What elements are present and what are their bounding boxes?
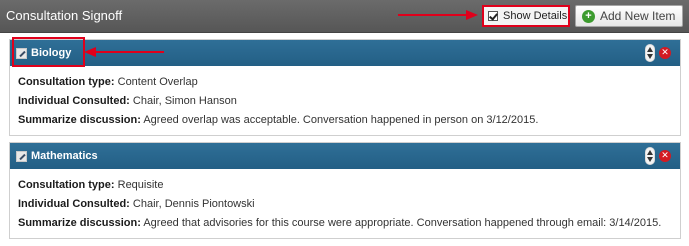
- checkbox-checked-icon[interactable]: [488, 11, 498, 21]
- field-label: Summarize discussion:: [18, 217, 141, 229]
- field-value: Agreed overlap was acceptable. Conversat…: [143, 114, 539, 126]
- consultation-item: Biology ✕ Consultation type: Content Ove…: [9, 37, 681, 136]
- add-new-item-label: Add New Item: [600, 9, 676, 23]
- item-title[interactable]: Mathematics: [16, 147, 98, 165]
- item-details: Consultation type: Content Overlap Indiv…: [10, 66, 680, 135]
- field-value: Chair, Simon Hanson: [132, 95, 237, 107]
- field-value: Requisite: [117, 179, 164, 191]
- consultation-type-field: Consultation type: Requisite: [18, 176, 672, 195]
- panel-title: Consultation Signoff: [6, 8, 123, 23]
- delete-circle-icon[interactable]: ✕: [659, 47, 671, 59]
- delete-circle-icon[interactable]: ✕: [659, 150, 671, 162]
- field-value: Chair, Dennis Piontowski: [132, 198, 255, 210]
- edit-note-icon[interactable]: [16, 150, 27, 162]
- summarize-discussion-field: Summarize discussion: Agreed that adviso…: [18, 214, 672, 233]
- add-new-item-button[interactable]: + Add New Item: [575, 5, 683, 27]
- show-details-toggle[interactable]: Show Details: [482, 5, 570, 27]
- item-title-label: Mathematics: [31, 150, 98, 162]
- show-details-label: Show Details: [503, 10, 568, 22]
- item-header[interactable]: Biology ✕: [10, 37, 680, 67]
- field-label: Individual Consulted:: [18, 198, 130, 210]
- item-details: Consultation type: Requisite Individual …: [10, 169, 680, 238]
- field-label: Individual Consulted:: [18, 95, 130, 107]
- individual-consulted-field: Individual Consulted: Chair, Simon Hanso…: [18, 92, 672, 111]
- field-label: Consultation type:: [18, 76, 115, 88]
- individual-consulted-field: Individual Consulted: Chair, Dennis Pion…: [18, 195, 672, 214]
- field-label: Consultation type:: [18, 179, 115, 191]
- item-header[interactable]: Mathematics ✕: [10, 143, 680, 169]
- annotation-highlight-box: [12, 37, 85, 67]
- sort-handle-icon[interactable]: [645, 44, 655, 62]
- summarize-discussion-field: Summarize discussion: Agreed overlap was…: [18, 111, 672, 130]
- consultation-item: Mathematics ✕ Consultation type: Requisi…: [9, 142, 681, 239]
- consultation-type-field: Consultation type: Content Overlap: [18, 73, 672, 92]
- sort-handle-icon[interactable]: [645, 147, 655, 165]
- field-value: Content Overlap: [117, 76, 198, 88]
- plus-circle-icon: +: [582, 9, 595, 23]
- panel-header: Consultation Signoff Show Details + Add …: [0, 0, 689, 33]
- field-value: Agreed that advisories for this course w…: [143, 217, 662, 229]
- field-label: Summarize discussion:: [18, 114, 141, 126]
